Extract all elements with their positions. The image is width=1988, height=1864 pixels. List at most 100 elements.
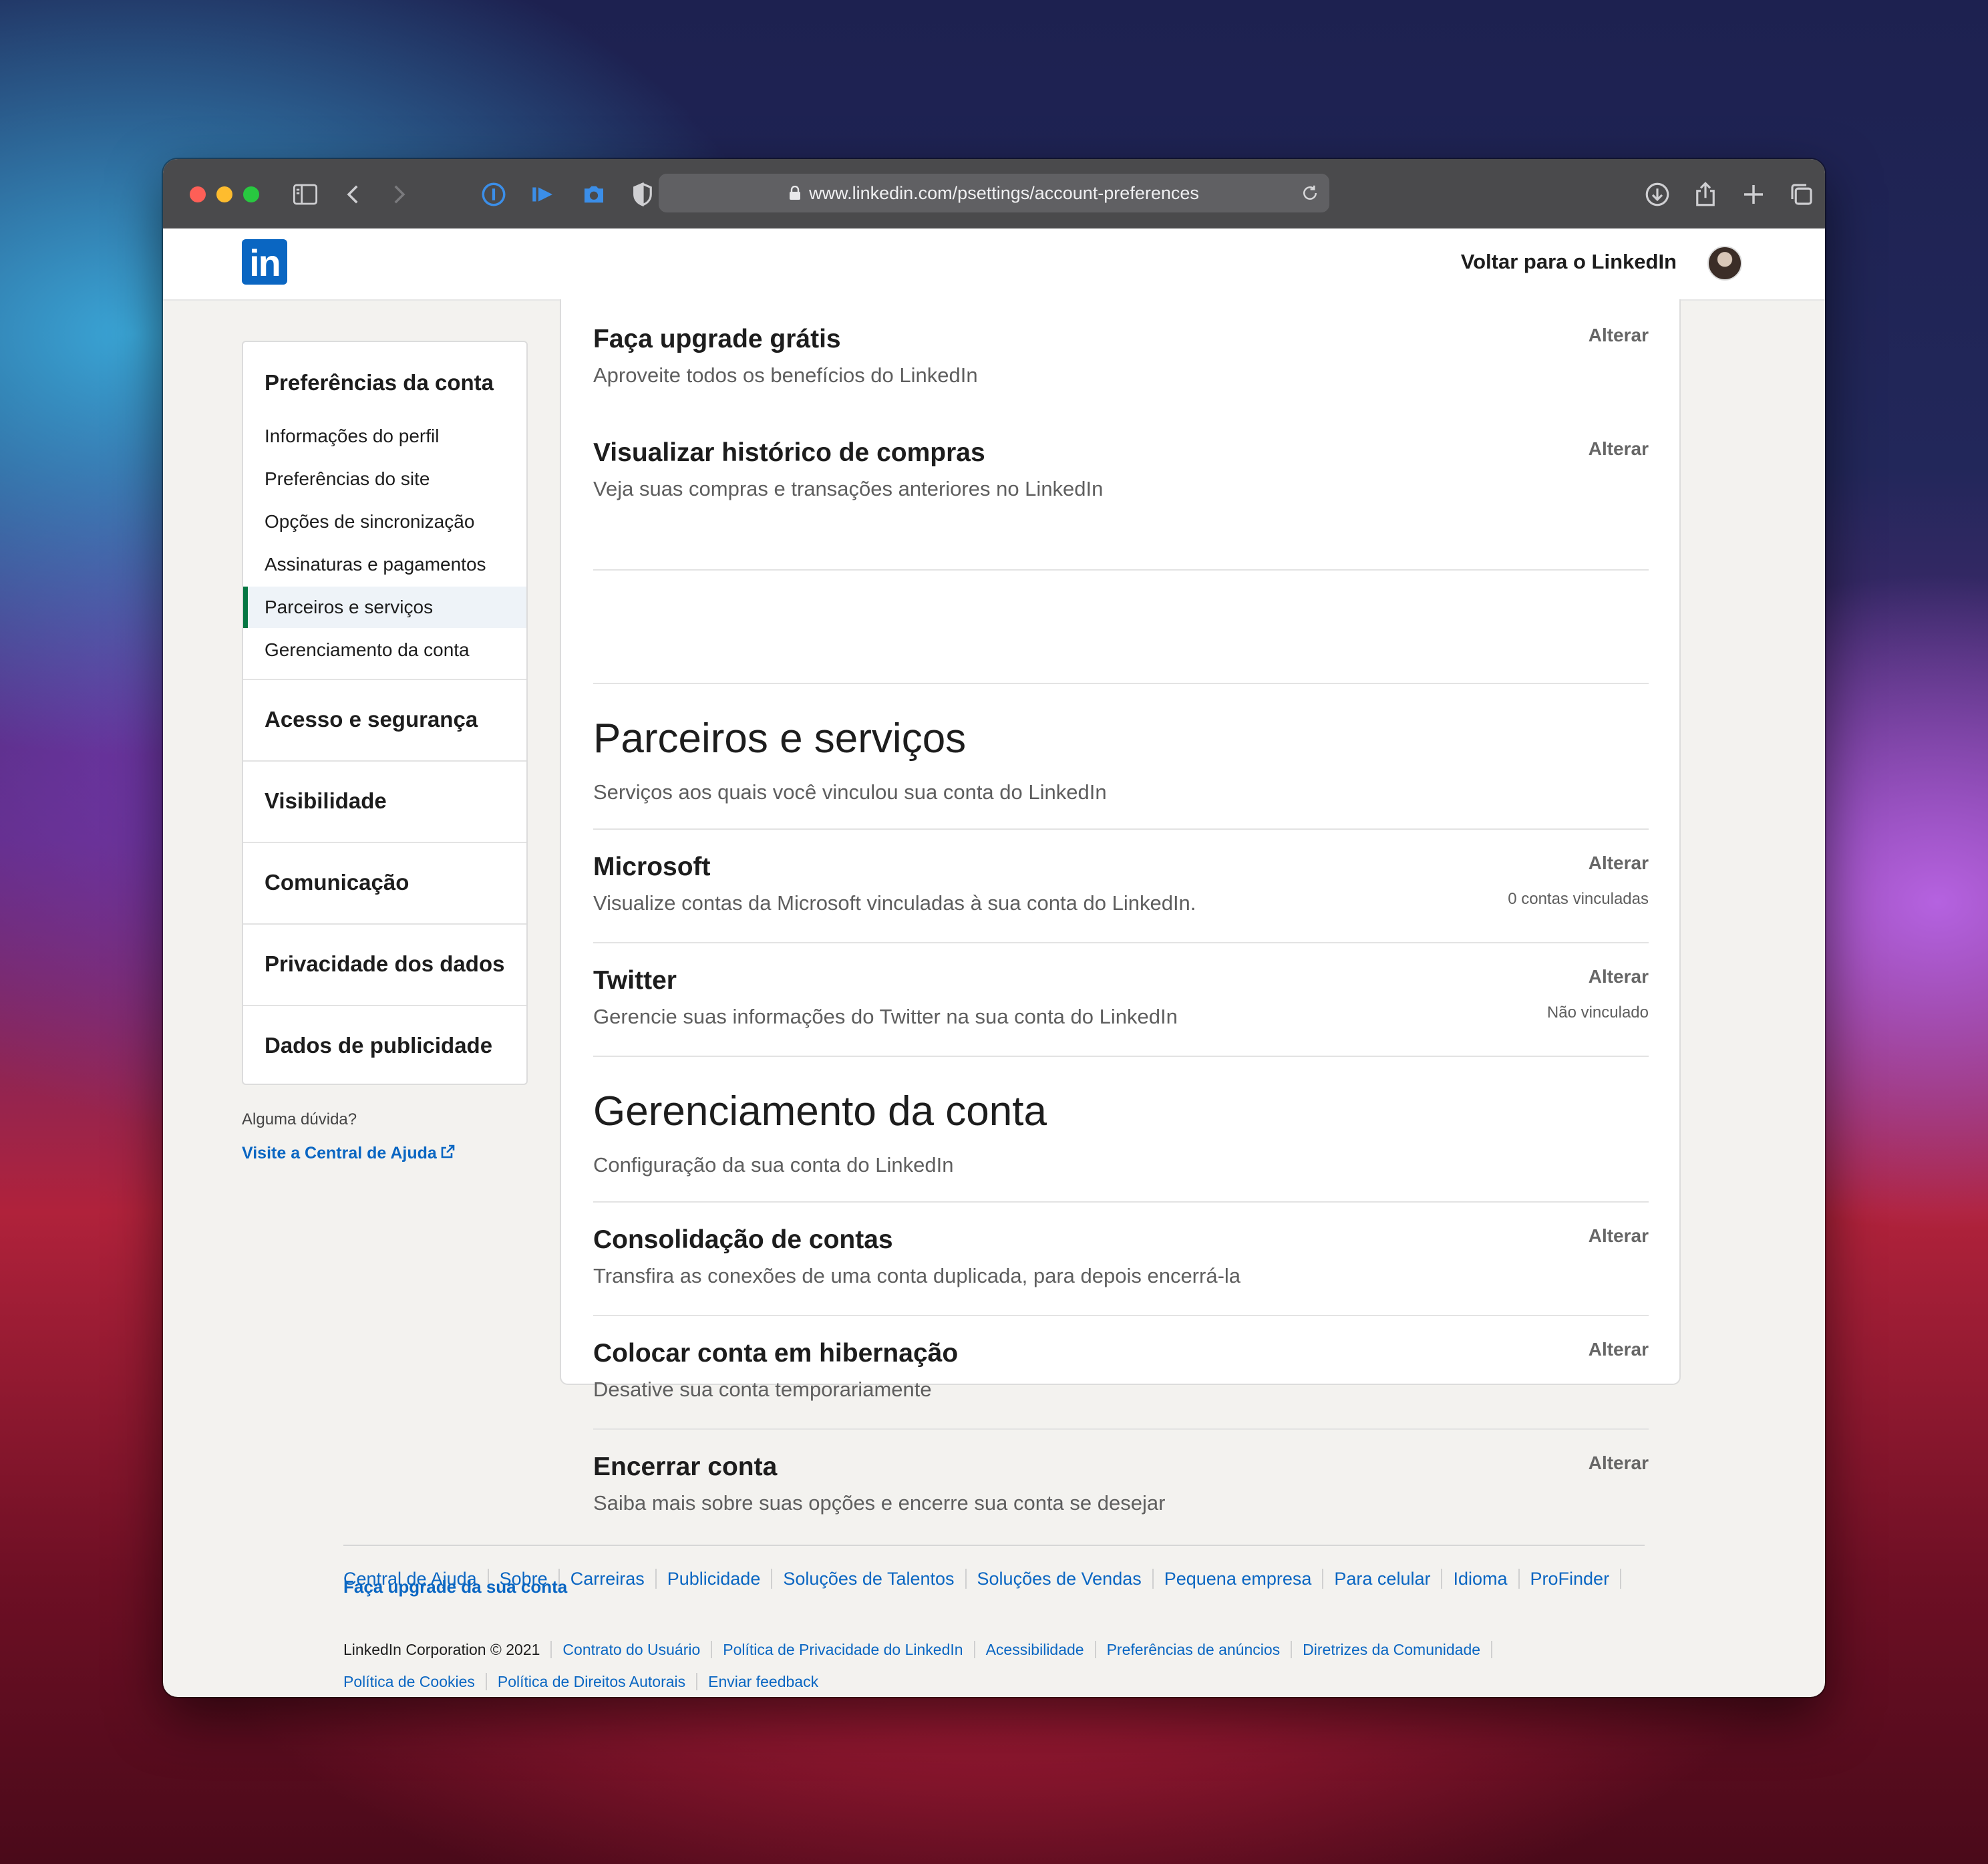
help-center-link-label: Visite a Central de Ajuda: [242, 1144, 437, 1162]
avatar[interactable]: [1707, 246, 1742, 281]
lock-icon: [790, 186, 801, 200]
sidebar-section-data-privacy[interactable]: Privacidade dos dados: [265, 951, 504, 977]
new-tab-icon[interactable]: [1738, 179, 1769, 210]
change-button[interactable]: Alterar: [1589, 325, 1649, 346]
share-icon[interactable]: [1690, 179, 1721, 210]
setting-description: Desative sua conta temporariamente: [593, 1378, 932, 1401]
sidebar-item-subscriptions[interactable]: Assinaturas e pagamentos: [243, 544, 526, 585]
change-button[interactable]: Alterar: [1589, 1452, 1649, 1474]
copyright-text: LinkedIn Corporation © 2021: [343, 1641, 552, 1658]
row-divider: [593, 569, 1649, 571]
footer-link[interactable]: Para celular: [1334, 1569, 1443, 1589]
footer-upgrade-link[interactable]: Faça upgrade da sua conta: [343, 1577, 567, 1597]
footer-link[interactable]: ProFinder: [1530, 1569, 1622, 1589]
setting-description: Transfira as conexões de uma conta dupli…: [593, 1264, 1241, 1287]
sidebar-toggle-icon[interactable]: [290, 179, 321, 210]
setting-title: Microsoft: [593, 852, 711, 881]
row-divider: [593, 828, 1649, 830]
row-divider: [593, 1315, 1649, 1316]
url-text: www.linkedin.com/psettings/account-prefe…: [809, 182, 1199, 203]
setting-title: Twitter: [593, 966, 677, 995]
setting-description: Visualize contas da Microsoft vinculadas…: [593, 891, 1196, 915]
footer-link[interactable]: Política de Privacidade do LinkedIn: [723, 1641, 975, 1658]
section-title-account-management: Gerenciamento da conta: [593, 1088, 1047, 1134]
footer-legal-row-2: Política de Cookies Política de Direitos…: [343, 1673, 840, 1690]
external-link-icon: [441, 1144, 455, 1158]
section-subtitle-partners: Serviços aos quais você vinculou sua con…: [593, 780, 1107, 804]
sidebar-section-communication[interactable]: Comunicação: [265, 870, 409, 895]
link-status: 0 contas vinculadas: [1508, 890, 1649, 908]
sidebar-divider: [243, 679, 526, 680]
sidebar-section-access-security[interactable]: Acesso e segurança: [265, 707, 478, 732]
browser-toolbar: www.linkedin.com/psettings/account-prefe…: [163, 159, 1825, 230]
setting-title: Visualizar histórico de compras: [593, 438, 985, 467]
footer-link[interactable]: Preferências de anúncios: [1107, 1641, 1293, 1658]
row-divider: [593, 1201, 1649, 1203]
help-question: Alguma dúvida?: [242, 1110, 357, 1128]
reload-icon[interactable]: [1300, 183, 1320, 203]
sidebar-item-sync-options[interactable]: Opções de sincronização: [243, 501, 526, 542]
downloads-icon[interactable]: [1642, 179, 1673, 210]
back-icon[interactable]: [338, 179, 369, 210]
footer-link[interactable]: Soluções de Vendas: [977, 1569, 1154, 1589]
close-window-button[interactable]: [190, 186, 206, 202]
sidebar-section-advertising-data[interactable]: Dados de publicidade: [265, 1033, 492, 1058]
sidebar-item-profile-info[interactable]: Informações do perfil: [243, 416, 526, 457]
change-button[interactable]: Alterar: [1589, 438, 1649, 460]
change-button[interactable]: Alterar: [1589, 1339, 1649, 1360]
footer-link[interactable]: Enviar feedback: [708, 1673, 829, 1690]
change-button[interactable]: Alterar: [1589, 1225, 1649, 1247]
section-title-partners: Parceiros e serviços: [593, 716, 967, 762]
settings-sidebar: Preferências da conta Informações do per…: [242, 341, 528, 1085]
settings-content-card: Faça upgrade grátis Aproveite todos os b…: [560, 299, 1681, 1515]
row-divider: [593, 942, 1649, 943]
back-to-linkedin-link[interactable]: Voltar para o LinkedIn: [1461, 250, 1677, 274]
footer-link[interactable]: Idioma: [1453, 1569, 1520, 1589]
browser-window: www.linkedin.com/psettings/account-prefe…: [163, 159, 1825, 1697]
sidebar-divider: [243, 760, 526, 762]
media-extension-icon[interactable]: [528, 179, 558, 210]
help-center-link[interactable]: Visite a Central de Ajuda: [242, 1144, 456, 1163]
change-button[interactable]: Alterar: [1589, 852, 1649, 874]
footer-link[interactable]: Soluções de Talentos: [783, 1569, 967, 1589]
linkedin-header: in Voltar para o LinkedIn: [163, 228, 1825, 301]
footer-link[interactable]: Carreiras: [570, 1569, 657, 1589]
setting-title: Faça upgrade grátis: [593, 325, 841, 353]
password-manager-icon[interactable]: [478, 179, 509, 210]
sidebar-title-account-preferences[interactable]: Preferências da conta: [265, 370, 494, 396]
row-divider: [593, 683, 1649, 684]
linkedin-logo[interactable]: in: [242, 239, 287, 285]
footer-link[interactable]: Política de Cookies: [343, 1673, 487, 1690]
sidebar-item-account-management[interactable]: Gerenciamento da conta: [243, 629, 526, 671]
section-subtitle-account-management: Configuração da sua conta do LinkedIn: [593, 1153, 954, 1177]
camera-icon[interactable]: [578, 179, 609, 210]
setting-title: Consolidação de contas: [593, 1225, 893, 1254]
footer-link[interactable]: Diretrizes da Comunidade: [1303, 1641, 1493, 1658]
footer-link[interactable]: Política de Direitos Autorais: [498, 1673, 698, 1690]
sidebar-divider: [243, 1005, 526, 1006]
footer-legal-row: LinkedIn Corporation © 2021 Contrato do …: [343, 1641, 1503, 1658]
sidebar-section-visibility[interactable]: Visibilidade: [265, 788, 387, 814]
setting-title: Encerrar conta: [593, 1452, 778, 1481]
sidebar-item-site-preferences[interactable]: Preferências do site: [243, 458, 526, 500]
setting-description: Saiba mais sobre suas opções e encerre s…: [593, 1491, 1166, 1515]
footer-link[interactable]: Pequena empresa: [1164, 1569, 1324, 1589]
setting-description: Veja suas compras e transações anteriore…: [593, 477, 1104, 500]
link-status: Não vinculado: [1546, 1003, 1649, 1022]
change-button[interactable]: Alterar: [1589, 966, 1649, 987]
zoom-window-button[interactable]: [243, 186, 259, 202]
row-divider: [593, 1056, 1649, 1057]
footer-link[interactable]: Contrato do Usuário: [562, 1641, 713, 1658]
tab-overview-icon[interactable]: [1786, 179, 1817, 210]
footer-link[interactable]: Publicidade: [667, 1569, 773, 1589]
privacy-shield-icon[interactable]: [627, 179, 658, 210]
row-divider: [593, 1428, 1649, 1430]
sidebar-item-partners-services[interactable]: Parceiros e serviços: [243, 587, 526, 628]
minimize-window-button[interactable]: [216, 186, 232, 202]
sidebar-divider: [243, 842, 526, 843]
footer-link[interactable]: Acessibilidade: [986, 1641, 1096, 1658]
setting-description: Aproveite todos os benefícios do LinkedI…: [593, 363, 978, 387]
forward-icon[interactable]: [383, 179, 414, 210]
sidebar-divider: [243, 923, 526, 925]
address-bar[interactable]: www.linkedin.com/psettings/account-prefe…: [659, 174, 1329, 212]
